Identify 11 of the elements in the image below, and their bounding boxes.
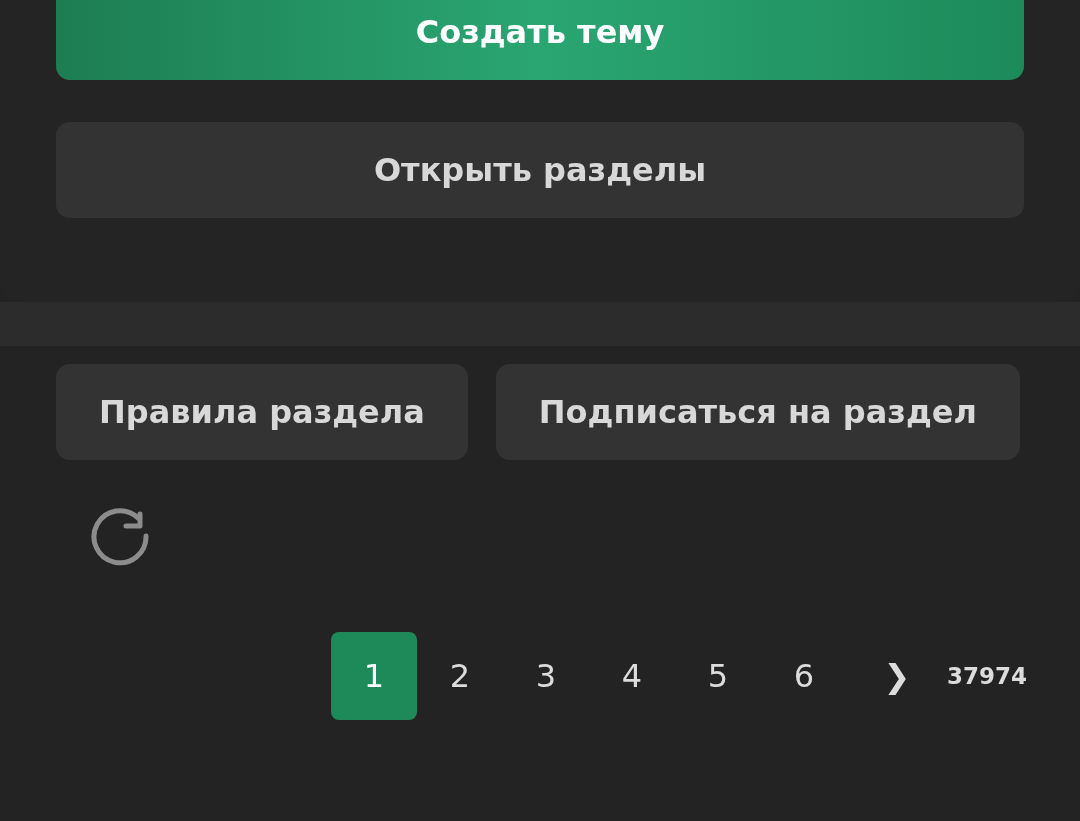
last-page-button[interactable]: 37974 <box>947 632 1028 720</box>
open-sections-button[interactable]: Открыть разделы <box>56 122 1024 218</box>
page-button[interactable]: 1 <box>331 632 417 720</box>
page-button[interactable]: 6 <box>761 632 847 720</box>
page-button[interactable]: 2 <box>417 632 503 720</box>
rules-button[interactable]: Правила раздела <box>56 364 468 460</box>
page-button[interactable]: 3 <box>503 632 589 720</box>
page-button[interactable]: 4 <box>589 632 675 720</box>
page-button[interactable]: 5 <box>675 632 761 720</box>
subscribe-button[interactable]: Подписаться на раздел <box>495 364 1020 460</box>
next-page-button[interactable]: ❯ <box>847 632 947 720</box>
